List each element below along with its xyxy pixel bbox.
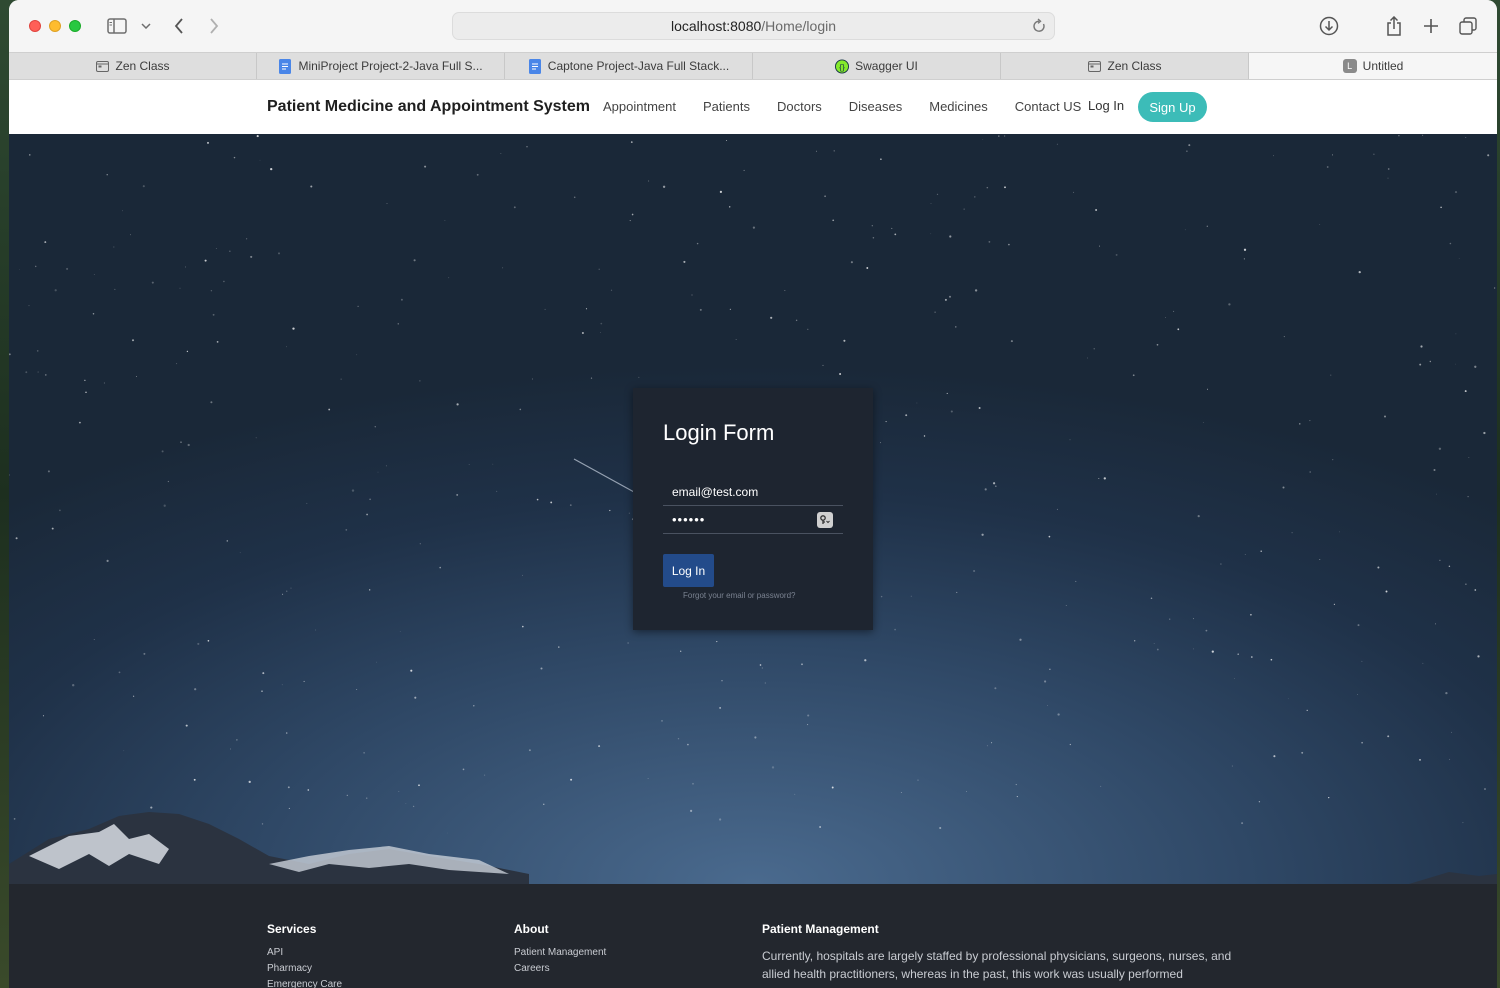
password-field[interactable]: [663, 506, 843, 533]
footer-link-patient-management[interactable]: Patient Management: [514, 947, 606, 958]
browser-window: localhost:8080/Home/login Zen Class Mini…: [9, 0, 1497, 988]
tab-label: MiniProject Project-2-Java Full S...: [298, 59, 483, 73]
footer-services: Services API Pharmacy Emergency Care: [267, 922, 342, 988]
browser-toolbar: localhost:8080/Home/login: [9, 0, 1497, 52]
tab-label: Captone Project-Java Full Stack...: [547, 59, 730, 73]
footer-patient-management: Patient Management Currently, hospitals …: [762, 922, 1242, 983]
minimize-window-button[interactable]: [49, 20, 61, 32]
footer-link-pharmacy[interactable]: Pharmacy: [267, 963, 342, 974]
site-brand[interactable]: Patient Medicine and Appointment System: [267, 98, 590, 116]
site-footer: Services API Pharmacy Emergency Care Abo…: [9, 884, 1497, 988]
forgot-credentials-link[interactable]: Forgot your email or password?: [683, 591, 796, 600]
new-tab-icon[interactable]: [1420, 14, 1442, 38]
tab-untitled[interactable]: L Untitled: [1249, 53, 1497, 79]
share-icon[interactable]: [1383, 14, 1405, 38]
footer-about-heading: About: [514, 922, 549, 936]
nav-patients[interactable]: Patients: [703, 99, 750, 114]
footer-link-api[interactable]: API: [267, 947, 342, 958]
footer-pm-text: Currently, hospitals are largely staffed…: [762, 949, 1232, 981]
nav-diseases[interactable]: Diseases: [849, 99, 902, 114]
tab-zen-class-2[interactable]: Zen Class: [1001, 53, 1249, 79]
docs-icon: [278, 58, 292, 74]
email-field[interactable]: [663, 478, 843, 505]
downloads-icon[interactable]: [1317, 14, 1341, 38]
tab-swagger[interactable]: {} Swagger UI: [753, 53, 1001, 79]
tab-overview-icon[interactable]: [1457, 14, 1479, 38]
mountains-image: [9, 812, 1497, 884]
footer-about: About Patient Management Careers: [514, 922, 606, 979]
email-field-wrapper: [663, 478, 843, 506]
key-icon[interactable]: [817, 512, 833, 528]
url-path: /Home/login: [761, 18, 836, 34]
nav-doctors[interactable]: Doctors: [777, 99, 822, 114]
swagger-icon: {}: [835, 59, 850, 73]
sign-up-button[interactable]: Sign Up: [1138, 92, 1207, 122]
tab-captone[interactable]: Captone Project-Java Full Stack...: [505, 53, 753, 79]
tab-label: Untitled: [1362, 59, 1404, 73]
log-in-button[interactable]: Log In: [663, 554, 714, 587]
tab-label: Zen Class: [115, 59, 170, 73]
tab-label: Swagger UI: [855, 59, 918, 73]
nav-medicines[interactable]: Medicines: [929, 99, 988, 114]
footer-pm-heading: Patient Management: [762, 922, 879, 936]
zoom-window-button[interactable]: [69, 20, 81, 32]
sidebar-icon[interactable]: [106, 14, 128, 38]
page-icon: [95, 59, 109, 73]
password-field-wrapper: [663, 506, 843, 534]
page-icon: [1087, 59, 1101, 73]
reload-icon[interactable]: [1032, 18, 1046, 37]
nav-login-link[interactable]: Log In: [1088, 98, 1124, 113]
svg-text:{}: {}: [839, 61, 845, 71]
web-page: Patient Medicine and Appointment System …: [9, 80, 1497, 988]
nav-appointment[interactable]: Appointment: [603, 99, 676, 114]
url-host: localhost:8080: [671, 18, 762, 34]
login-form-card: Login Form Log In Forgot your email or p…: [633, 388, 873, 630]
login-form-title: Login Form: [663, 420, 775, 445]
letter-l-icon: L: [1342, 59, 1357, 73]
back-icon[interactable]: [171, 14, 187, 38]
forward-icon[interactable]: [206, 14, 222, 38]
nav-links: Appointment Patients Doctors Diseases Me…: [603, 99, 1108, 114]
hero-background: Login Form Log In Forgot your email or p…: [9, 134, 1497, 884]
footer-link-careers[interactable]: Careers: [514, 963, 606, 974]
address-bar[interactable]: localhost:8080/Home/login: [452, 12, 1055, 40]
nav-contact-us[interactable]: Contact US: [1015, 99, 1081, 114]
tab-label: Zen Class: [1107, 59, 1162, 73]
close-window-button[interactable]: [29, 20, 41, 32]
chevron-down-icon[interactable]: [139, 14, 153, 38]
site-navbar: Patient Medicine and Appointment System …: [9, 80, 1497, 134]
footer-link-emergency-care[interactable]: Emergency Care: [267, 979, 342, 988]
tab-zen-class[interactable]: Zen Class: [9, 53, 257, 79]
tab-bar: Zen Class MiniProject Project-2-Java Ful…: [9, 52, 1497, 80]
footer-services-heading: Services: [267, 922, 317, 936]
docs-icon: [528, 58, 542, 74]
tab-miniproject[interactable]: MiniProject Project-2-Java Full S...: [257, 53, 505, 79]
